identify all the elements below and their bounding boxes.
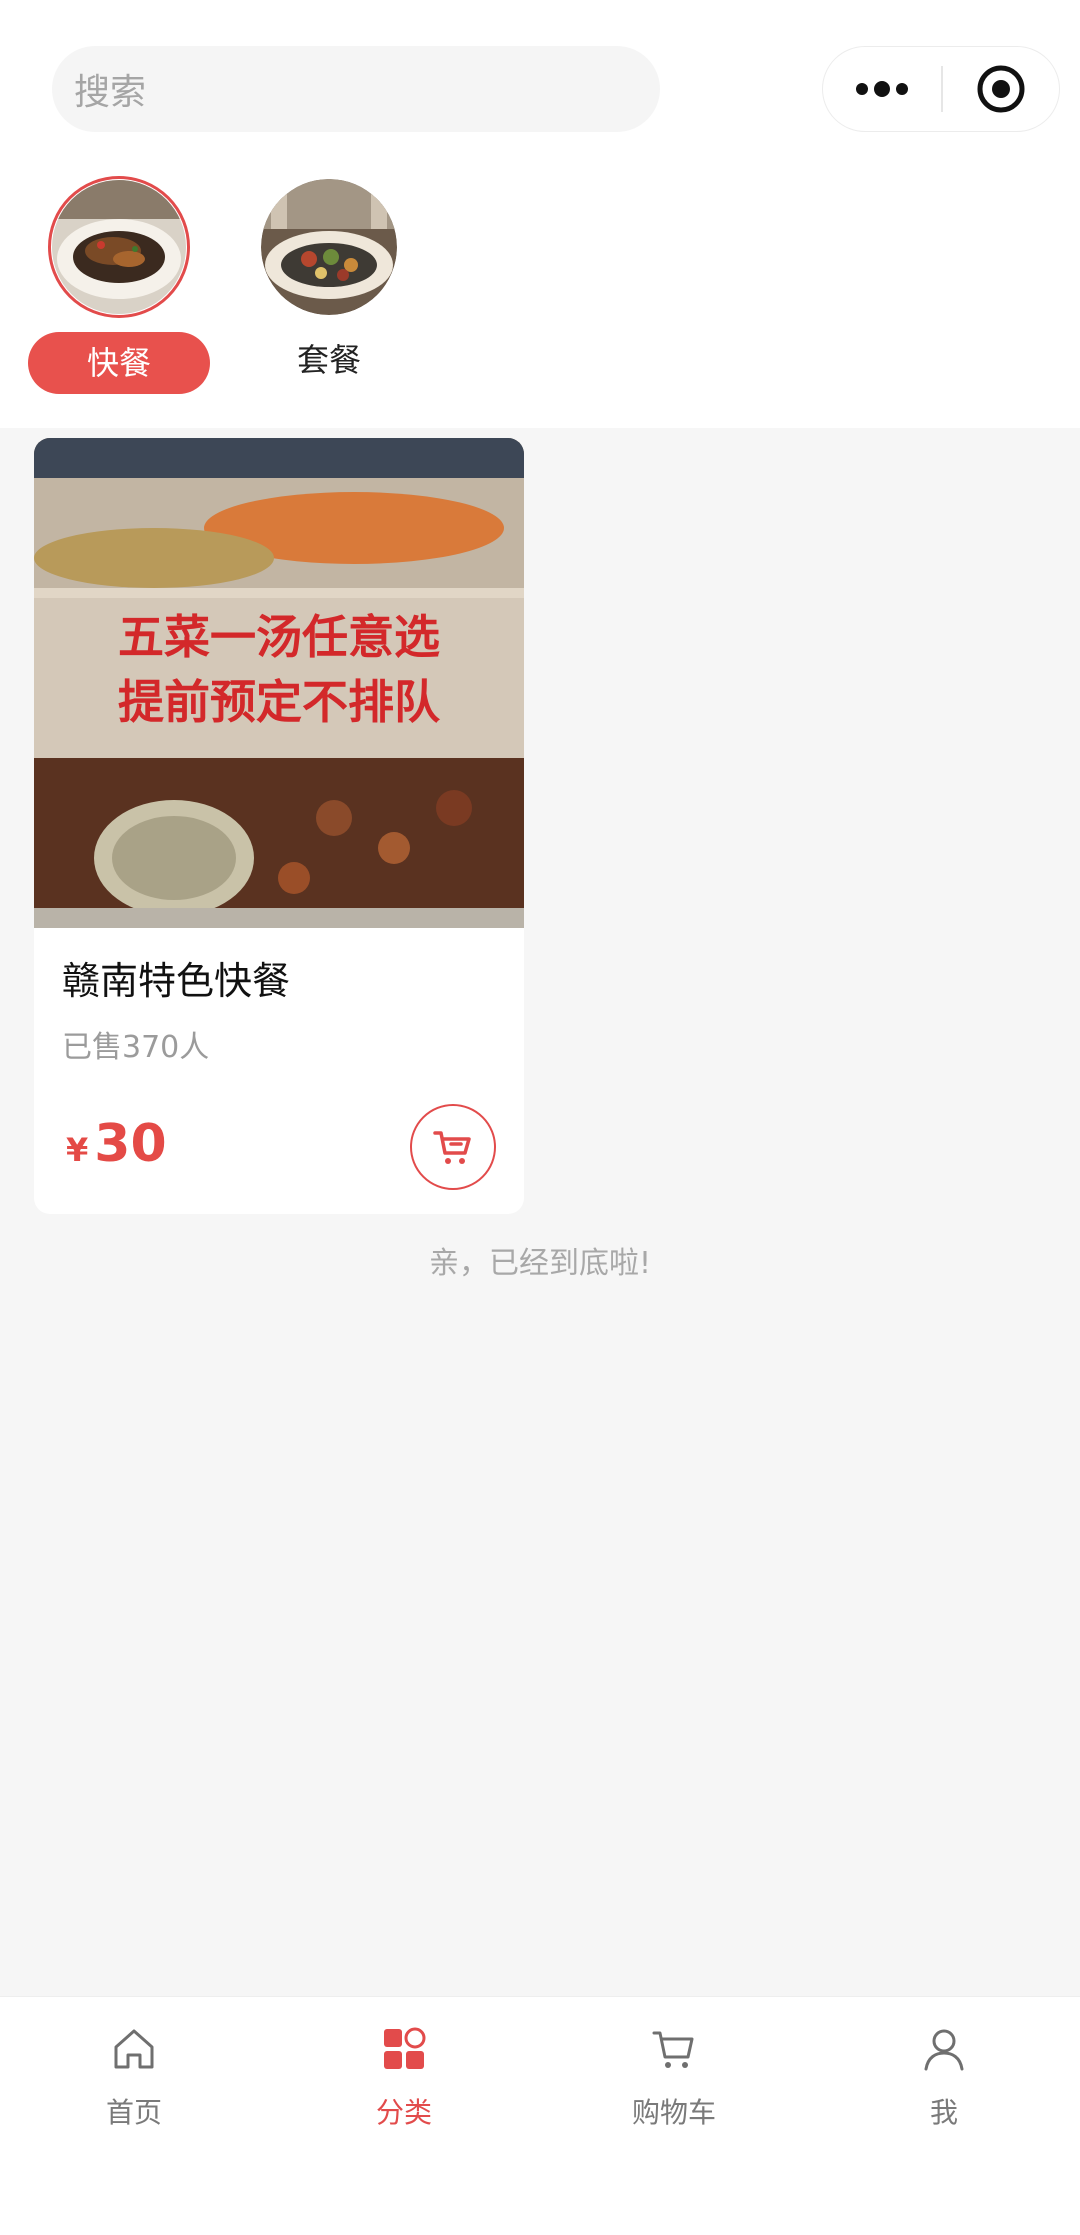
tab-label: 首页 [105, 2096, 162, 2129]
search-placeholder: 搜索 [74, 72, 147, 113]
header: 搜索 快餐 套餐 [0, 0, 1080, 428]
fast-food-thumbnail [52, 180, 186, 314]
home-icon [114, 2029, 154, 2069]
banner-line-2: 提前预定不排队 [118, 675, 441, 729]
more-dots-icon [856, 81, 908, 97]
tab-label: 购物车 [631, 2096, 716, 2129]
bottom-tab-bar: 首页 分类 购物车 我 [0, 1996, 1080, 2235]
tab-category[interactable]: 分类 [304, 2019, 504, 2131]
tab-me[interactable]: 我 [844, 2019, 1044, 2131]
category-label: 快餐 [28, 332, 210, 394]
tab-home[interactable]: 首页 [34, 2019, 234, 2131]
category-fast-food[interactable]: 快餐 [24, 176, 214, 394]
cart-icon [433, 1131, 471, 1164]
set-meal-thumbnail [261, 179, 397, 315]
product-sold-count: 已售370人 [62, 1030, 210, 1065]
target-icon [977, 65, 1025, 113]
search-input[interactable]: 搜索 [52, 46, 660, 132]
price-currency: ¥ [66, 1131, 89, 1169]
product-image: 五菜一汤任意选 提前预定不排队 [34, 438, 524, 928]
close-mini-program-button[interactable] [943, 46, 1059, 132]
tab-label: 分类 [375, 2096, 432, 2129]
more-button[interactable] [823, 46, 941, 132]
tab-cart[interactable]: 购物车 [574, 2019, 774, 2131]
product-card[interactable]: 五菜一汤任意选 提前预定不排队 赣南特色快餐 已售370人 ¥ 30 [34, 438, 524, 1214]
page: 搜索 快餐 套餐 五菜一汤任意选 提前预定不排队 赣南特色快餐 已售370人 ¥… [0, 0, 1080, 2235]
category-icon [384, 2027, 426, 2069]
category-set-meal[interactable]: 套餐 [234, 176, 424, 391]
product-price: ¥ 30 [66, 1114, 167, 1174]
mini-program-capsule [822, 46, 1060, 132]
banner-line-1: 五菜一汤任意选 [118, 610, 440, 664]
category-avatar-frame [48, 176, 190, 318]
add-to-cart-button[interactable] [410, 1104, 496, 1190]
cart-icon [652, 2031, 694, 2068]
price-value: 30 [94, 1114, 167, 1174]
user-icon [924, 2029, 964, 2071]
list-end-note: 亲，已经到底啦! [428, 1246, 652, 1281]
tab-label: 我 [929, 2096, 958, 2129]
product-title: 赣南特色快餐 [62, 959, 291, 1003]
category-label: 套餐 [296, 341, 361, 379]
